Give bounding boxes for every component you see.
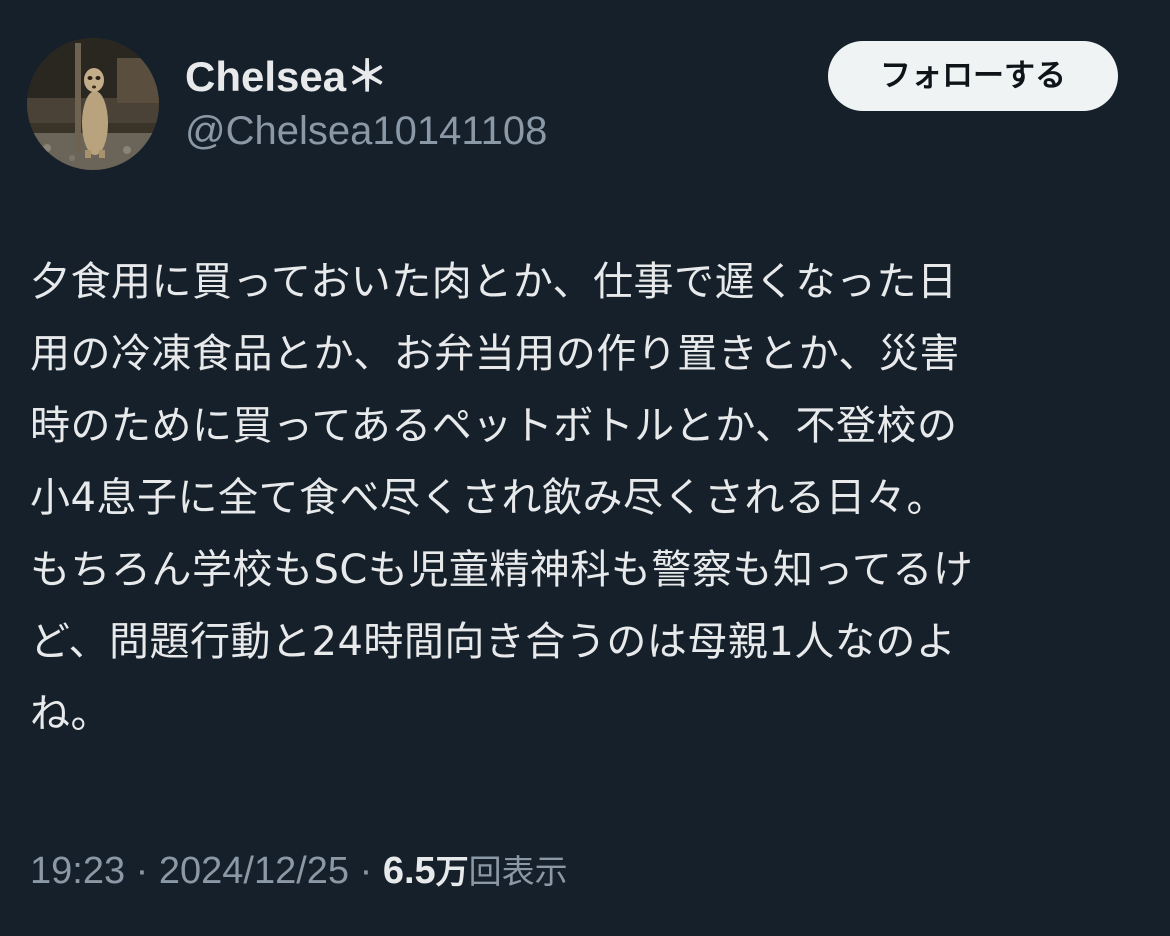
meta-separator: · — [349, 850, 383, 892]
meerkat-photo-avatar-icon — [27, 38, 159, 170]
user-handle[interactable]: @Chelsea10141108 — [185, 106, 547, 156]
display-name[interactable]: Chelsea＊ — [185, 52, 388, 102]
tweet-text-line: ど、問題行動と24時間向き合うのは母親1人なのよ — [30, 619, 957, 665]
tweet-date[interactable]: 2024/12/25 — [159, 850, 349, 892]
tweet-text: 夕食用に買っておいた肉とか、仕事で遅くなった日 用の冷凍食品とか、お弁当用の作り… — [30, 246, 1150, 750]
tweet-time[interactable]: 19:23 — [30, 850, 125, 892]
views-label: 回表示 — [468, 852, 568, 891]
views-unit: 万 — [435, 852, 469, 891]
tweet-text-line: 用の冷凍食品とか、お弁当用の作り置きとか、災害 — [30, 331, 960, 377]
views-count[interactable]: 6.5 — [383, 850, 436, 892]
tweet-text-line: 夕食用に買っておいた肉とか、仕事で遅くなった日 — [30, 259, 958, 305]
meta-separator: · — [125, 850, 159, 892]
avatar[interactable] — [27, 38, 159, 170]
tweet-text-line: 時のために買ってあるペットボトルとか、不登校の — [30, 403, 958, 449]
tweet-text-line: 小4息子に全て食べ尽くされ飲み尽くされる日々。 — [30, 475, 947, 521]
tweet-text-line: もちろん学校もSCも児童精神科も警察も知ってるけ — [30, 547, 974, 593]
follow-button[interactable]: フォローする — [828, 41, 1118, 111]
tweet-text-line: ね。 — [30, 691, 111, 737]
tweet-meta: 19:23 · 2024/12/25 · 6.5万回表示 — [30, 846, 568, 897]
